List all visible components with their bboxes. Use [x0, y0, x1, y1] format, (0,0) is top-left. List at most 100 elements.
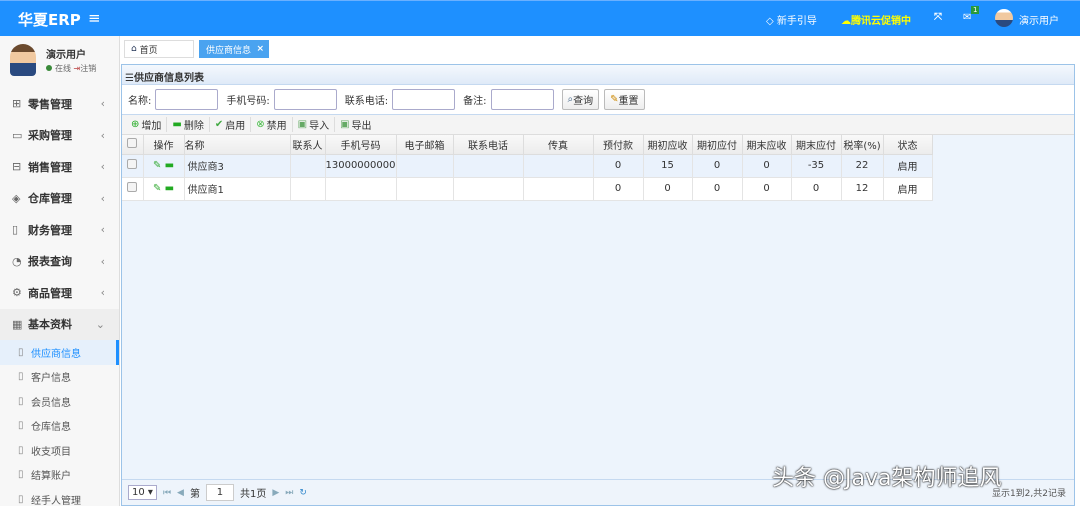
import-button[interactable]: ▣ 导入	[293, 117, 336, 132]
promo-link[interactable]: ☁腾讯云促销中	[841, 12, 911, 27]
close-icon[interactable]: ×	[256, 44, 264, 54]
cloud-icon: ☁	[841, 16, 851, 27]
select-all-checkbox[interactable]	[122, 135, 144, 155]
gift-icon: ⊞	[12, 97, 22, 111]
header-avatar[interactable]	[995, 9, 1013, 27]
mail-icon[interactable]: ✉ 1	[963, 6, 980, 23]
column-header[interactable]: 名称	[184, 135, 291, 155]
sidebar-item-sales[interactable]: ⊟ 销售管理 ‹	[0, 151, 119, 183]
diamond-icon: ◇	[766, 16, 777, 27]
doc-icon: ▯	[18, 493, 24, 505]
table-cell: 启用	[883, 154, 933, 178]
fullscreen-icon[interactable]: ⤧	[934, 12, 942, 23]
sidebar-item-retail[interactable]: ⊞ 零售管理 ‹	[0, 88, 119, 120]
sidebar-sub-account[interactable]: ▯ 结算账户	[0, 463, 119, 488]
sidebar-sub-handler[interactable]: ▯ 经手人管理	[0, 487, 119, 512]
delete-row-icon[interactable]: ▬	[165, 183, 174, 194]
disable-button[interactable]: ⊗ 禁用	[251, 117, 293, 132]
table-row[interactable]: ✎ ▬ 供应商3 13000000000 0 15 0 0 -35 22 启用	[122, 154, 933, 178]
remark-input[interactable]	[490, 89, 554, 110]
watermark: 头条 @Java架构师追风	[772, 466, 1002, 491]
row-checkbox[interactable]	[122, 154, 144, 178]
page-size: 10	[132, 487, 145, 498]
sub-label: 收支项目	[31, 446, 71, 458]
last-page-icon[interactable]: ⏭	[285, 488, 293, 498]
column-header[interactable]: 传真	[523, 135, 594, 155]
sidebar-sub-supplier[interactable]: ▯ 供应商信息	[0, 340, 119, 365]
chevron-left-icon: ‹	[100, 254, 105, 268]
sidebar-sub-inout[interactable]: ▯ 收支项目	[0, 438, 119, 463]
column-header[interactable]: 税率(%)	[841, 135, 884, 155]
chevron-left-icon: ‹	[100, 223, 105, 237]
first-page-icon[interactable]: ⏮	[163, 488, 171, 498]
chevron-left-icon: ‹	[100, 286, 105, 300]
page-size-select[interactable]: 10 ▾	[128, 485, 157, 500]
edit-icon[interactable]: ✎	[153, 160, 161, 171]
supplier-panel: ☰供应商信息列表 名称: 手机号码: 联系电话: 备注: ⌕ 查询 ✎ 重置 ⊕ 增加…	[121, 64, 1075, 506]
column-header[interactable]: 联系人	[290, 135, 326, 155]
column-header[interactable]: 期末应收	[742, 135, 792, 155]
user-name: 演示用户	[46, 50, 86, 61]
column-header[interactable]: 手机号码	[325, 135, 397, 155]
delete-button[interactable]: ▬ 删除	[167, 117, 210, 132]
column-header[interactable]: 期初应收	[643, 135, 693, 155]
logout-link[interactable]: 注销	[80, 64, 96, 73]
sidebar-item-finance[interactable]: ▯ 财务管理 ‹	[0, 214, 119, 246]
next-page-icon[interactable]: ▶	[272, 488, 279, 498]
enable-label: 启用	[225, 121, 246, 132]
column-header[interactable]: 期末应付	[791, 135, 842, 155]
page-prefix: 第	[189, 489, 200, 500]
sidebar-item-reports[interactable]: ◔ 报表查询 ‹	[0, 246, 119, 278]
sidebar-item-warehouse[interactable]: ◈ 仓库管理 ‹	[0, 183, 119, 215]
tab-supplier[interactable]: 供应商信息 ×	[199, 40, 269, 58]
table-row[interactable]: ✎ ▬ 供应商1 0 0 0 0 0 12 启用	[122, 177, 933, 201]
page-input[interactable]: 1	[205, 484, 234, 501]
column-header[interactable]: 预付款	[593, 135, 644, 155]
add-button[interactable]: ⊕ 增加	[126, 117, 168, 132]
enable-button[interactable]: ✔ 启用	[210, 117, 252, 132]
grid-icon: ▦	[12, 317, 23, 331]
header-user[interactable]: 演示用户	[1019, 12, 1059, 27]
column-header[interactable]: 联系电话	[453, 135, 524, 155]
query-button[interactable]: ⌕ 查询	[561, 89, 600, 110]
table-cell	[396, 177, 454, 201]
sidebar-item-goods[interactable]: ⚙ 商品管理 ‹	[0, 277, 119, 309]
tab-home[interactable]: ⌂ 首页	[124, 40, 194, 58]
table-cell: 0	[742, 177, 792, 201]
import-label: 导入	[309, 121, 330, 132]
table-cell: 供应商3	[184, 154, 291, 178]
sub-label: 会员信息	[31, 397, 71, 409]
export-label: 导出	[351, 121, 372, 132]
sidebar-sub-customer[interactable]: ▯ 客户信息	[0, 365, 119, 390]
row-checkbox[interactable]	[122, 177, 144, 201]
prev-page-icon[interactable]: ◀	[177, 488, 184, 498]
reset-button[interactable]: ✎ 重置	[604, 89, 645, 110]
panel-title-text: 供应商信息列表	[133, 73, 204, 84]
doc-icon: ▯	[18, 371, 24, 383]
column-header[interactable]: 电子邮箱	[396, 135, 454, 155]
export-button[interactable]: ▣ 导出	[335, 117, 376, 132]
chevron-left-icon: ‹	[100, 191, 105, 205]
doc-icon: ▯	[18, 420, 24, 432]
column-header[interactable]: 操作	[143, 135, 185, 155]
page-total: 共1页	[239, 489, 267, 500]
mobile-input[interactable]	[273, 89, 337, 110]
delete-row-icon[interactable]: ▬	[165, 160, 174, 171]
edit-icon[interactable]: ✎	[153, 183, 161, 194]
guide-link[interactable]: ◇ 新手引导	[766, 12, 817, 27]
reset-label: 重置	[618, 96, 639, 107]
sidebar-item-purchase[interactable]: ▭ 采购管理 ‹	[0, 120, 119, 152]
name-input[interactable]	[155, 89, 219, 110]
menu-toggle-icon[interactable]: ≡	[88, 9, 101, 27]
refresh-icon[interactable]: ↻	[299, 488, 307, 498]
sidebar-sub-depot[interactable]: ▯ 仓库信息	[0, 414, 119, 439]
table-cell	[325, 177, 397, 201]
phone-input[interactable]	[392, 89, 456, 110]
column-header[interactable]: 期初应付	[692, 135, 743, 155]
sidebar-sub-member[interactable]: ▯ 会员信息	[0, 389, 119, 414]
column-header[interactable]: 状态	[883, 135, 933, 155]
chevron-left-icon: ‹	[100, 128, 105, 142]
home-icon: ⌂	[131, 44, 137, 54]
sidebar-item-basic[interactable]: ▦ 基本资料 ⌄	[0, 308, 119, 340]
monitor-icon: ▭	[12, 128, 23, 142]
